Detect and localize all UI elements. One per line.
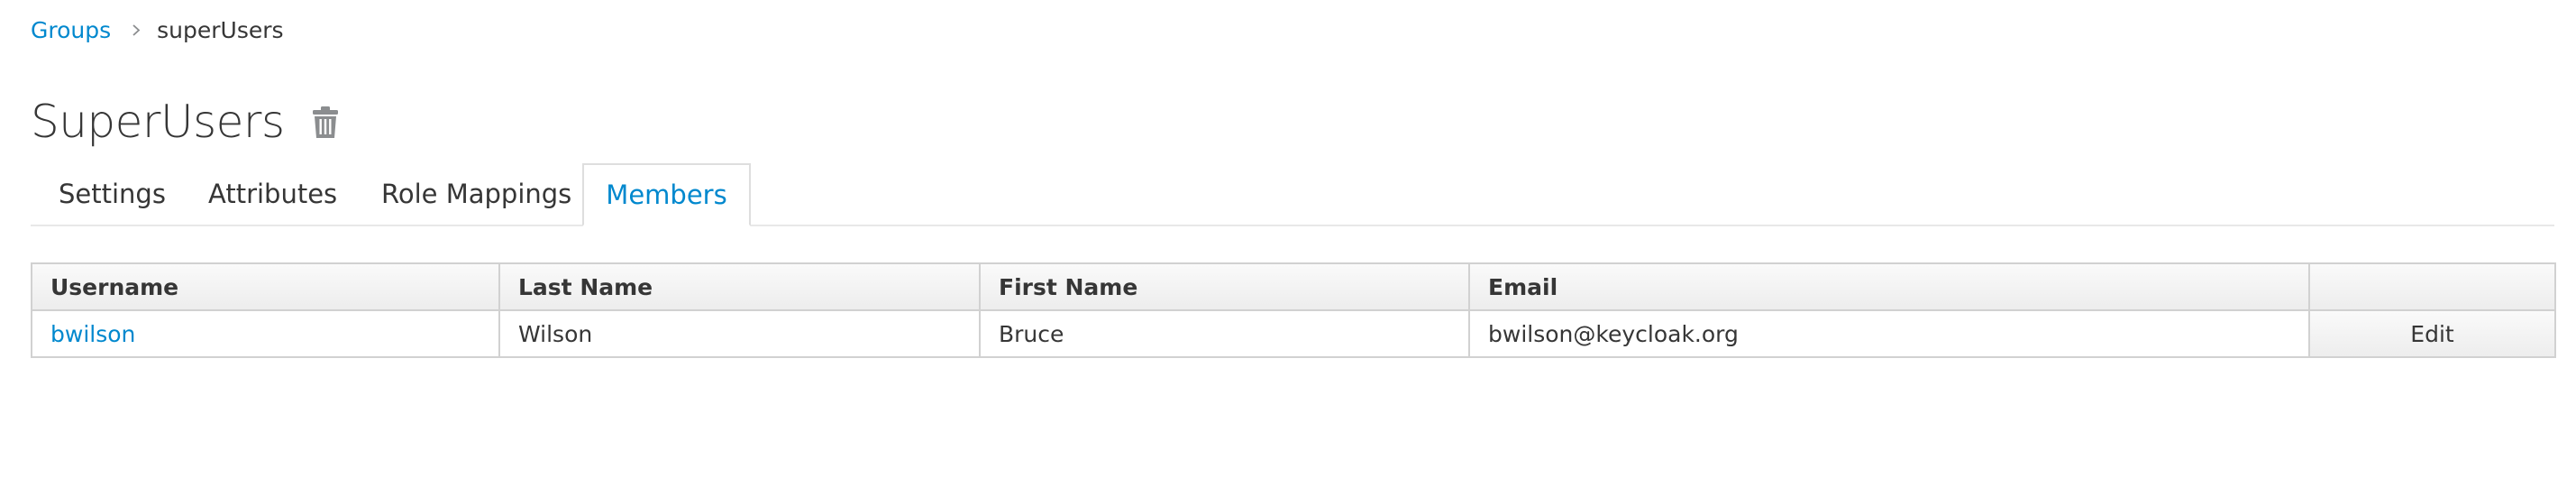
members-table: Username Last Name First Name Email bwil… bbox=[31, 262, 2556, 358]
breadcrumb-groups-link[interactable]: Groups bbox=[31, 17, 111, 43]
tab-attributes[interactable]: Attributes bbox=[208, 163, 337, 225]
column-header-username: Username bbox=[31, 262, 500, 311]
breadcrumb: Groups superUsers bbox=[31, 13, 284, 47]
trash-icon[interactable] bbox=[312, 105, 339, 139]
edit-button[interactable]: Edit bbox=[2308, 309, 2556, 358]
title-row: SuperUsers bbox=[31, 92, 339, 152]
tab-role-mappings[interactable]: Role Mappings bbox=[381, 163, 571, 225]
tab-bar: Settings Attributes Role Mappings Member… bbox=[31, 163, 2554, 226]
last-name-cell: Wilson bbox=[498, 309, 981, 358]
column-header-last-name: Last Name bbox=[498, 262, 981, 311]
tab-settings[interactable]: Settings bbox=[59, 163, 166, 225]
page-title: SuperUsers bbox=[31, 96, 285, 148]
column-header-actions bbox=[2308, 262, 2556, 311]
tab-members[interactable]: Members bbox=[582, 163, 751, 226]
username-link[interactable]: bwilson bbox=[50, 321, 135, 347]
column-header-email: Email bbox=[1468, 262, 2310, 311]
column-header-first-name: First Name bbox=[979, 262, 1470, 311]
chevron-right-icon bbox=[130, 23, 142, 36]
username-cell: bwilson bbox=[31, 309, 500, 358]
table-row: bwilson Wilson Bruce bwilson@keycloak.or… bbox=[31, 309, 2556, 358]
first-name-cell: Bruce bbox=[979, 309, 1470, 358]
email-cell: bwilson@keycloak.org bbox=[1468, 309, 2310, 358]
breadcrumb-current: superUsers bbox=[157, 16, 284, 43]
table-header-row: Username Last Name First Name Email bbox=[31, 262, 2556, 311]
